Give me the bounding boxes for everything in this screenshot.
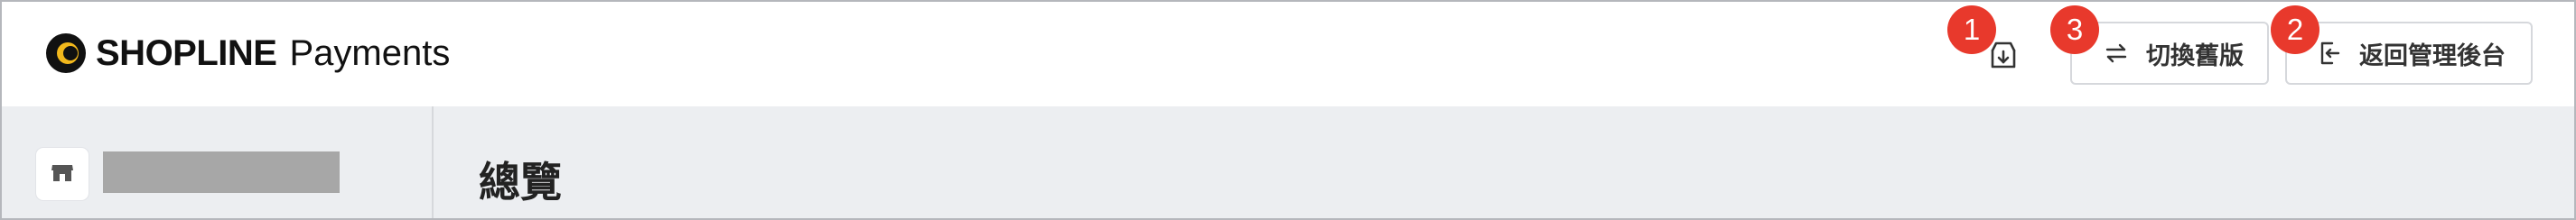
back-to-admin-label: 返回管理後台: [2359, 41, 2506, 70]
logo-text-payments: Payments: [289, 32, 451, 73]
switch-old-version-button[interactable]: 切換舊版: [2070, 22, 2269, 85]
app-window: SHOPLINE Payments 切換舊版 返回管理後台 1 3 2 總覽: [0, 0, 2576, 220]
logo-mark-icon: [43, 31, 89, 76]
store-icon: [50, 160, 75, 189]
shopline-payments-logo[interactable]: SHOPLINE Payments: [43, 27, 450, 79]
swap-arrows-icon: [2103, 40, 2130, 67]
logo-text-shopline: SHOPLINE: [96, 32, 277, 73]
top-header: SHOPLINE Payments 切換舊版 返回管理後台 1 3 2: [2, 2, 2574, 106]
annotation-badge-3: 3: [2050, 5, 2099, 54]
store-name-redacted: [103, 151, 340, 193]
exit-icon: [2316, 40, 2343, 67]
main-content: 總覽: [2, 106, 2574, 218]
annotation-badge-1: 1: [1947, 5, 1996, 54]
annotation-badge-2: 2: [2271, 5, 2319, 54]
sidebar: [2, 106, 434, 218]
back-to-admin-button[interactable]: 返回管理後台: [2285, 22, 2533, 85]
page-title: 總覽: [479, 158, 562, 206]
switch-old-version-label: 切換舊版: [2146, 41, 2244, 70]
store-switcher[interactable]: [36, 148, 89, 200]
